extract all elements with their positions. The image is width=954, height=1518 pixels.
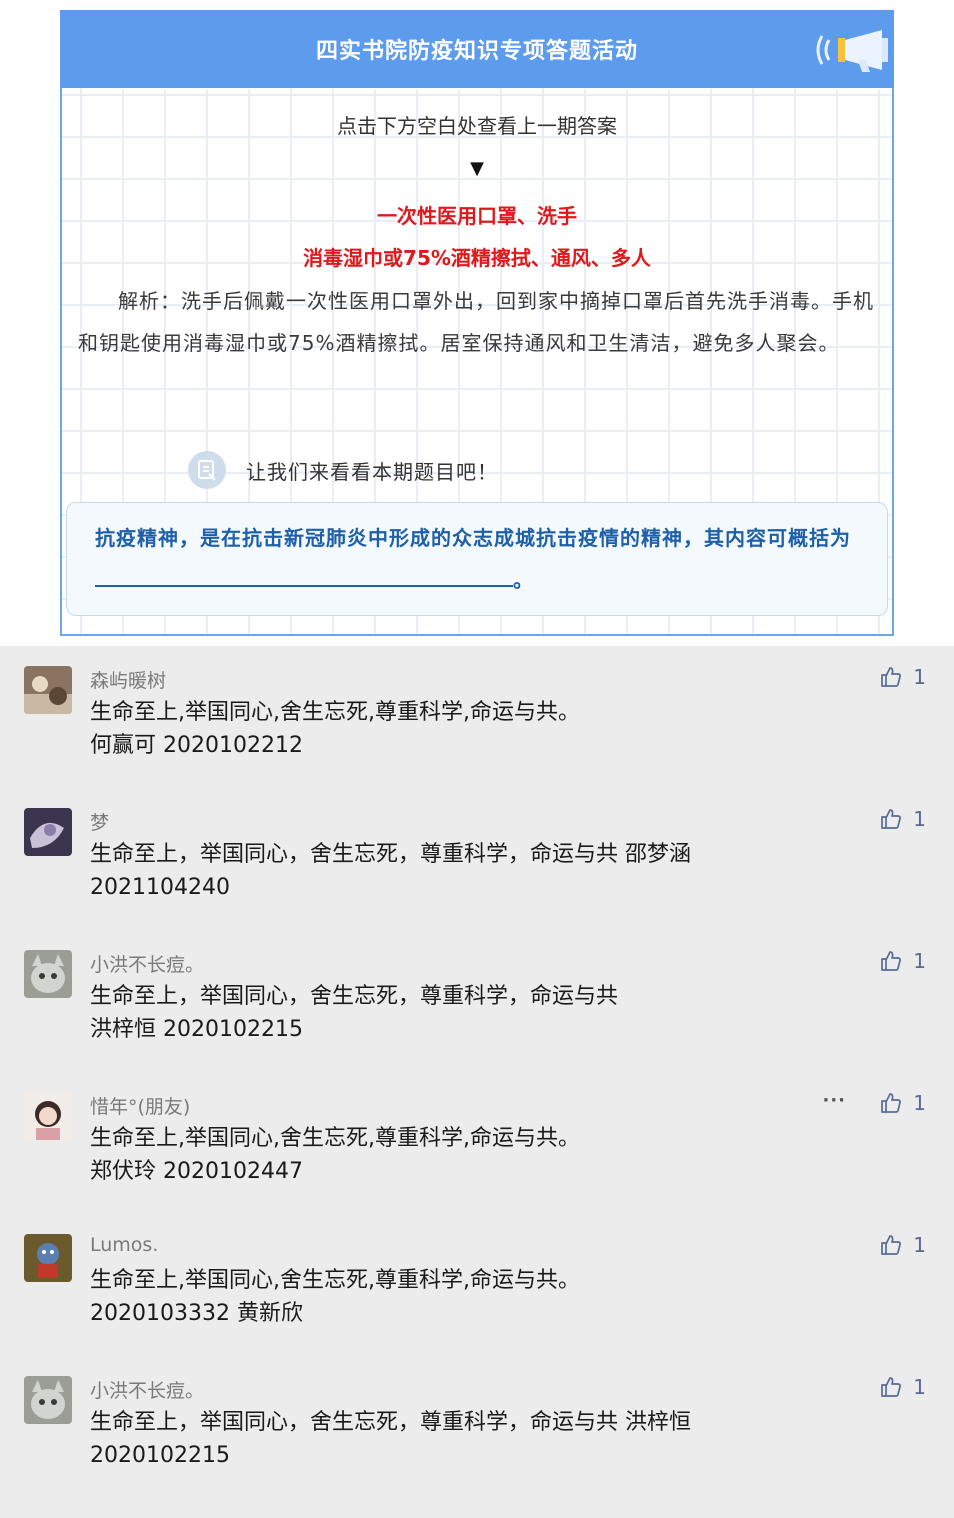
article-card: 四实书院防疫知识专项答题活动 点击下方空白处查看上一期答案 ▼ 一次性医用口罩、… xyxy=(60,10,894,636)
answer-analysis: 解析：洗手后佩戴一次性医用口罩外出，回到家中摘掉口罩后首先洗手消毒。手机和钥匙使… xyxy=(78,289,874,355)
thumbs-up-icon xyxy=(881,667,902,687)
avatar[interactable] xyxy=(24,666,72,714)
comment-text: 生命至上,举国同心,舍生忘死,尊重科学,命运与共。 2020103332 黄新欣 xyxy=(90,1264,790,1330)
comment-line: 生命至上，举国同心，舍生忘死，尊重科学，命运与共 洪梓恒 xyxy=(90,1410,691,1435)
like-button[interactable]: 1 xyxy=(879,1090,926,1116)
comment-line: 2020103332 黄新欣 xyxy=(90,1301,303,1326)
comment-text: 生命至上，举国同心，舍生忘死，尊重科学，命运与共 洪梓恒 2020102215 xyxy=(90,1406,790,1472)
comment-item: 小洪不长痘。 生命至上，举国同心，舍生忘死，尊重科学，命运与共 洪梓恒 2020… xyxy=(0,930,954,1072)
like-button[interactable]: 1 xyxy=(879,948,926,974)
avatar[interactable] xyxy=(24,1234,72,1282)
comment-item: Lumos. 生命至上,举国同心,舍生忘死,尊重科学,命运与共。 2020103… xyxy=(0,1214,954,1356)
comment-nickname[interactable]: 惜年°(朋友) xyxy=(90,1092,190,1119)
comment-nickname[interactable]: 小洪不长痘。 xyxy=(90,950,204,977)
avatar[interactable] xyxy=(24,808,72,856)
like-count: 1 xyxy=(913,1375,926,1399)
avatar[interactable] xyxy=(24,1092,72,1140)
question-lead: 让我们来看看本期题目吧！ xyxy=(188,450,498,490)
comment-line: 洪梓恒 2020102215 xyxy=(90,1017,303,1042)
comment-item: 惜年°(朋友) 生命至上,举国同心,舍生忘死,尊重科学,命运与共。 郑伏玲 20… xyxy=(0,1072,954,1214)
question-text: 抗疫精神，是在抗击新冠肺炎中形成的众志成城抗击疫情的精神，其内容可概括为 xyxy=(95,526,851,550)
comment-item: 小洪不长痘。 生命至上，举国同心，舍生忘死，尊重科学，命运与共 洪梓恒 2020… xyxy=(0,1356,954,1498)
comment-nickname[interactable]: 小洪不长痘。 xyxy=(90,1376,204,1403)
comment-item: 梦 生命至上，举国同心，舍生忘死，尊重科学，命运与共 邵梦涵 202110424… xyxy=(0,788,954,930)
comment-line: 生命至上，举国同心，舍生忘死，尊重科学，命运与共 邵梦涵 xyxy=(90,842,691,867)
answer-blank xyxy=(95,563,513,587)
like-count: 1 xyxy=(913,807,926,831)
avatar[interactable] xyxy=(24,950,72,998)
thumbs-up-icon xyxy=(881,951,902,971)
avatar[interactable] xyxy=(24,1376,72,1424)
comment-text: 生命至上,举国同心,舍生忘死,尊重科学,命运与共。 郑伏玲 2020102447 xyxy=(90,1122,790,1188)
comment-line: 何赢可 2020102212 xyxy=(90,733,303,758)
comment-list: 森屿暖树 生命至上,举国同心,舍生忘死,尊重科学,命运与共。 何赢可 20201… xyxy=(0,646,954,1518)
more-icon[interactable]: ··· xyxy=(822,1090,846,1111)
comment-line: 生命至上，举国同心，舍生忘死，尊重科学，命运与共 xyxy=(90,984,619,1009)
card-header: 四实书院防疫知识专项答题活动 xyxy=(60,10,894,90)
comment-text: 生命至上,举国同心,舍生忘死,尊重科学,命运与共。 何赢可 2020102212 xyxy=(90,696,790,762)
comment-nickname[interactable]: 梦 xyxy=(90,808,109,835)
comment-nickname[interactable]: Lumos. xyxy=(90,1234,158,1256)
lead-text: 让我们来看看本期题目吧！ xyxy=(246,459,498,484)
comment-item: 森屿暖树 生命至上,举国同心,舍生忘死,尊重科学,命运与共。 何赢可 20201… xyxy=(0,646,954,788)
thumbs-up-icon xyxy=(881,1377,902,1397)
like-button[interactable]: 1 xyxy=(879,664,926,690)
thumbs-up-icon xyxy=(881,1093,902,1113)
card-title: 四实书院防疫知识专项答题活动 xyxy=(315,39,638,64)
question-end: 。 xyxy=(513,568,534,592)
comment-nickname[interactable]: 森屿暖树 xyxy=(90,666,166,693)
comment-line: 生命至上,举国同心,舍生忘死,尊重科学,命运与共。 xyxy=(90,700,580,725)
answer-line-1: 一次性医用口罩、洗手 xyxy=(377,204,577,228)
comment-text: 生命至上，举国同心，舍生忘死，尊重科学，命运与共 洪梓恒 2020102215 xyxy=(90,980,790,1046)
message-icon xyxy=(188,451,226,489)
comment-line: 2020102215 xyxy=(90,1443,230,1468)
thumbs-up-icon xyxy=(881,1235,902,1255)
comment-text: 生命至上，举国同心，舍生忘死，尊重科学，命运与共 邵梦涵 2021104240 xyxy=(90,838,790,904)
comment-line: 郑伏玲 2020102447 xyxy=(90,1159,303,1184)
like-button[interactable]: 1 xyxy=(879,806,926,832)
thumbs-up-icon xyxy=(881,809,902,829)
like-count: 1 xyxy=(913,1091,926,1115)
answer-hint[interactable]: 点击下方空白处查看上一期答案 xyxy=(62,110,892,139)
comment-line: 2021104240 xyxy=(90,875,230,900)
megaphone-icon xyxy=(816,30,888,72)
like-count: 1 xyxy=(913,1233,926,1257)
like-button[interactable]: 1 xyxy=(879,1232,926,1258)
comment-line: 生命至上,举国同心,舍生忘死,尊重科学,命运与共。 xyxy=(90,1268,580,1293)
like-button[interactable]: 1 xyxy=(879,1374,926,1400)
comment-line: 生命至上,举国同心,舍生忘死,尊重科学,命运与共。 xyxy=(90,1126,580,1151)
header-divider xyxy=(72,88,882,96)
answer-line-2: 消毒湿巾或75%酒精擦拭、通风、多人 xyxy=(303,246,651,270)
down-arrow-icon: ▼ xyxy=(470,158,484,179)
like-count: 1 xyxy=(913,949,926,973)
like-count: 1 xyxy=(913,665,926,689)
question-box: 抗疫精神，是在抗击新冠肺炎中形成的众志成城抗击疫情的精神，其内容可概括为。 xyxy=(66,502,888,616)
